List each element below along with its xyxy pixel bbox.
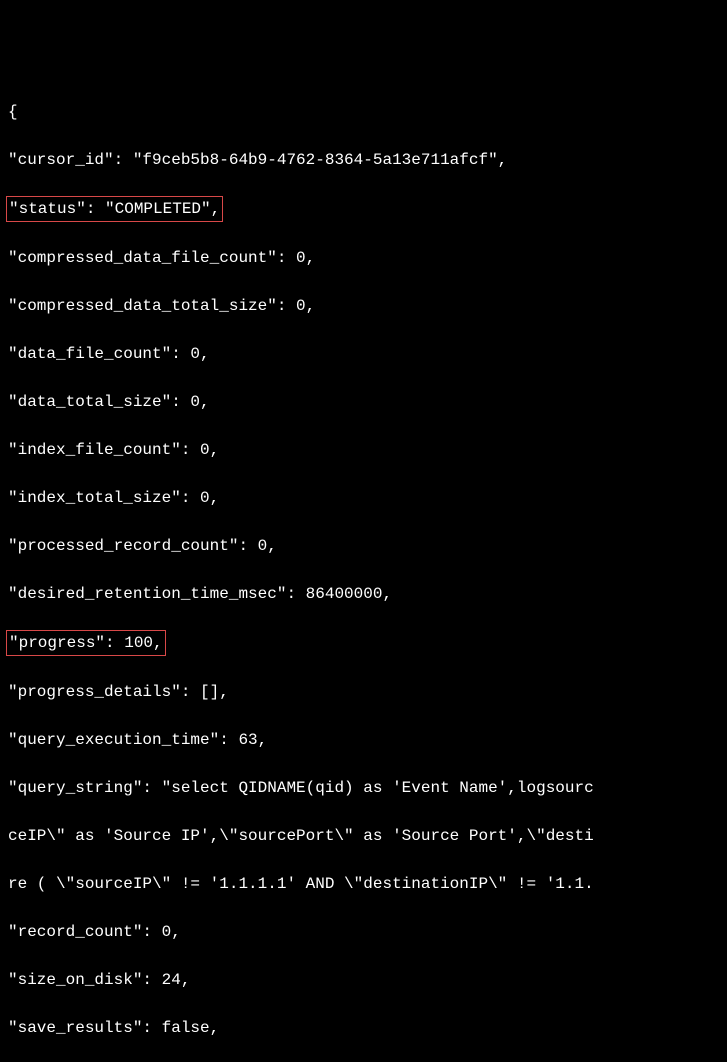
index-file-count-field: "index_file_count": 0, <box>8 438 719 462</box>
compressed-data-file-count-field: "compressed_data_file_count": 0, <box>8 246 719 270</box>
cursor-id-field: "cursor_id": "f9ceb5b8-64b9-4762-8364-5a… <box>8 148 719 172</box>
index-total-size-field: "index_total_size": 0, <box>8 486 719 510</box>
size-on-disk-field: "size_on_disk": 24, <box>8 968 719 992</box>
desired-retention-time-msec-field: "desired_retention_time_msec": 86400000, <box>8 582 719 606</box>
progress-details-field: "progress_details": [], <box>8 680 719 704</box>
data-total-size-field: "data_total_size": 0, <box>8 390 719 414</box>
progress-highlight: "progress": 100, <box>6 630 166 656</box>
query-string-field-line2: ceIP\" as 'Source IP',\"sourcePort\" as … <box>8 824 719 848</box>
query-execution-time-field: "query_execution_time": 63, <box>8 728 719 752</box>
record-count-field: "record_count": 0, <box>8 920 719 944</box>
status-field: "status": "COMPLETED", <box>8 196 719 222</box>
save-results-field: "save_results": false, <box>8 1016 719 1040</box>
processed-record-count-field: "processed_record_count": 0, <box>8 534 719 558</box>
progress-field: "progress": 100, <box>8 630 719 656</box>
query-string-field-line3: re ( \"sourceIP\" != '1.1.1.1' AND \"des… <box>8 872 719 896</box>
compressed-data-total-size-field: "compressed_data_total_size": 0, <box>8 294 719 318</box>
status-highlight: "status": "COMPLETED", <box>6 196 223 222</box>
json-open-brace: { <box>8 100 719 124</box>
query-string-field-line1: "query_string": "select QIDNAME(qid) as … <box>8 776 719 800</box>
data-file-count-field: "data_file_count": 0, <box>8 342 719 366</box>
